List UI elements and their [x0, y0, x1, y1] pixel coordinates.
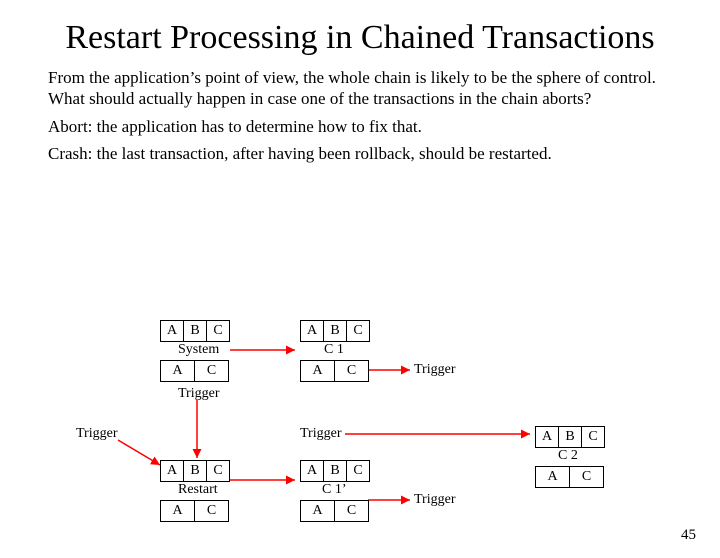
- cell: C: [195, 361, 228, 381]
- label-restart: Restart: [178, 482, 218, 498]
- label-system: System: [178, 342, 219, 358]
- label-trigger-center: Trigger: [178, 386, 220, 402]
- label-trigger-top-right: Trigger: [414, 362, 456, 378]
- cell: B: [184, 461, 207, 481]
- label-c1: C 1: [324, 342, 344, 358]
- box-right-abc: A B C: [535, 426, 605, 448]
- box-top-mid-ac: A C: [300, 360, 369, 382]
- box-bot-left-ac: A C: [160, 500, 229, 522]
- diagram-arrows: [0, 320, 720, 530]
- cell: A: [161, 321, 184, 341]
- paragraph-intro: From the application’s point of view, th…: [48, 67, 672, 110]
- cell: A: [301, 501, 335, 521]
- box-right-ac: A C: [535, 466, 604, 488]
- box-bot-mid-abc: A B C: [300, 460, 370, 482]
- cell: A: [161, 501, 195, 521]
- cell: A: [536, 427, 559, 447]
- cell: B: [184, 321, 207, 341]
- cell: C: [207, 461, 229, 481]
- box-top-left-abc: A B C: [160, 320, 230, 342]
- cell: A: [536, 467, 570, 487]
- cell: C: [347, 461, 369, 481]
- cell: C: [335, 501, 368, 521]
- cell: B: [324, 321, 347, 341]
- cell: B: [559, 427, 582, 447]
- label-c2: C 2: [558, 448, 578, 464]
- cell: C: [570, 467, 603, 487]
- cell: C: [207, 321, 229, 341]
- paragraph-abort: Abort: the application has to determine …: [48, 116, 672, 137]
- cell: A: [301, 361, 335, 381]
- box-bot-mid-ac: A C: [300, 500, 369, 522]
- box-top-mid-abc: A B C: [300, 320, 370, 342]
- paragraph-crash: Crash: the last transaction, after havin…: [48, 143, 672, 164]
- cell: C: [195, 501, 228, 521]
- box-top-left-ac: A C: [160, 360, 229, 382]
- page-number: 45: [681, 527, 696, 544]
- cell: C: [347, 321, 369, 341]
- label-trigger-bot-right: Trigger: [414, 492, 456, 508]
- cell: C: [582, 427, 604, 447]
- label-c1p: C 1’: [322, 482, 347, 498]
- cell: C: [335, 361, 368, 381]
- cell: B: [324, 461, 347, 481]
- cell: A: [161, 361, 195, 381]
- cell: A: [301, 321, 324, 341]
- label-trigger-mid: Trigger: [300, 426, 342, 442]
- page-title: Restart Processing in Chained Transactio…: [40, 18, 680, 57]
- box-bot-left-abc: A B C: [160, 460, 230, 482]
- cell: A: [301, 461, 324, 481]
- cell: A: [161, 461, 184, 481]
- label-trigger-left: Trigger: [76, 426, 118, 442]
- diagram: A B C System A C A B C C 1 A C Trigger T…: [0, 320, 720, 530]
